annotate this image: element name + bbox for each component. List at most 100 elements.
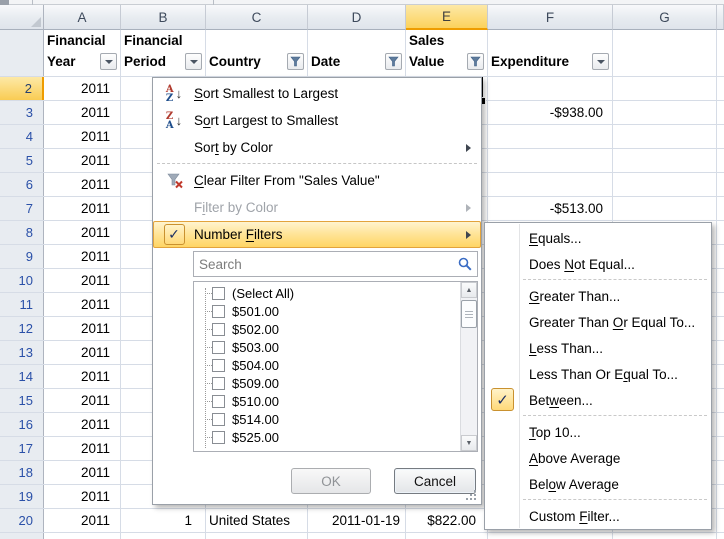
cell-country-c20[interactable]: United States bbox=[206, 509, 308, 533]
column-header-d[interactable]: D bbox=[308, 5, 406, 30]
resize-grip[interactable] bbox=[465, 489, 478, 502]
filter-dropdown-button-expenditure[interactable] bbox=[592, 53, 609, 70]
cell-financial-year[interactable]: 2011 bbox=[44, 197, 121, 220]
row-number[interactable]: 12 bbox=[0, 317, 44, 340]
submenu-item-custom-filter[interactable]: Custom Filter... bbox=[486, 503, 710, 529]
header-cell-financial-period[interactable]: Financial Period bbox=[121, 30, 206, 76]
ok-button[interactable]: OK bbox=[291, 468, 371, 494]
cell-expenditure-f3[interactable]: -$938.00 bbox=[488, 101, 613, 125]
submenu-item-greater-than-or-equal[interactable]: Greater Than Or Equal To... bbox=[486, 309, 710, 335]
filter-value-row[interactable]: $503.00 bbox=[194, 338, 460, 356]
column-header-f[interactable]: F bbox=[488, 5, 613, 30]
row-number[interactable]: 2 bbox=[0, 77, 44, 100]
checkbox[interactable] bbox=[212, 323, 225, 336]
row-number[interactable]: 10 bbox=[0, 269, 44, 292]
checkbox[interactable] bbox=[212, 413, 225, 426]
menu-item-filter-by-color[interactable]: Filter by Color bbox=[154, 194, 480, 221]
filter-funnel-button-sales-value[interactable] bbox=[467, 53, 484, 70]
column-header-b[interactable]: B bbox=[121, 5, 206, 30]
filter-dropdown-button-financial-period[interactable] bbox=[185, 53, 202, 70]
filter-value-row[interactable]: (Select All) bbox=[194, 284, 460, 302]
cell-period-b20[interactable]: 1 bbox=[121, 509, 206, 533]
filter-value-row[interactable]: $509.00 bbox=[194, 374, 460, 392]
cell-financial-year[interactable]: 2011 bbox=[44, 245, 121, 268]
checkbox[interactable] bbox=[212, 395, 225, 408]
submenu-item-top-10[interactable]: Top 10... bbox=[486, 419, 710, 445]
cell-date-d20[interactable]: 2011-01-19 bbox=[308, 509, 406, 533]
checkbox[interactable] bbox=[212, 341, 225, 354]
row-number[interactable]: 6 bbox=[0, 173, 44, 196]
checkbox[interactable] bbox=[212, 305, 225, 318]
filter-value-row[interactable]: $501.00 bbox=[194, 302, 460, 320]
row-number[interactable]: 4 bbox=[0, 125, 44, 148]
cell-financial-year[interactable]: 2011 bbox=[44, 149, 121, 172]
cancel-button[interactable]: Cancel bbox=[394, 468, 476, 494]
submenu-item-does-not-equal[interactable]: Does Not Equal... bbox=[486, 251, 710, 277]
row-number-1[interactable] bbox=[0, 30, 44, 76]
filter-funnel-button-country[interactable] bbox=[287, 53, 304, 70]
filter-dropdown-button-financial-year[interactable] bbox=[100, 53, 117, 70]
cell-financial-year[interactable]: 2011 bbox=[44, 317, 121, 340]
cell-financial-year[interactable]: 2011 bbox=[44, 221, 121, 244]
submenu-item-below-average[interactable]: Below Average bbox=[486, 471, 710, 497]
submenu-item-less-than[interactable]: Less Than... bbox=[486, 335, 710, 361]
checkbox[interactable] bbox=[212, 431, 225, 444]
cell-financial-year[interactable]: 2011 bbox=[44, 365, 121, 388]
column-header-e-active[interactable]: E bbox=[406, 5, 488, 30]
row-number[interactable]: 11 bbox=[0, 293, 44, 316]
filter-value-row[interactable]: $525.00 bbox=[194, 428, 460, 446]
row-number[interactable]: 17 bbox=[0, 437, 44, 460]
header-cell-date[interactable]: Date bbox=[308, 30, 406, 76]
filter-funnel-button-date[interactable] bbox=[385, 53, 402, 70]
row-number[interactable]: 5 bbox=[0, 149, 44, 172]
cell-financial-year[interactable]: 2011 bbox=[44, 437, 121, 460]
submenu-item-less-than-or-equal[interactable]: Less Than Or Equal To... bbox=[486, 361, 710, 387]
cell-financial-year[interactable]: 2011 bbox=[44, 125, 121, 148]
column-header-g[interactable]: G bbox=[613, 5, 717, 30]
cell-financial-year[interactable]: 2011 bbox=[44, 413, 121, 436]
row-number[interactable]: 3 bbox=[0, 101, 44, 124]
filter-value-row[interactable]: $514.00 bbox=[194, 410, 460, 428]
menu-item-sort-smallest-to-largest[interactable]: AZ↓ Sort Smallest to Largest bbox=[154, 80, 480, 107]
header-cell-sales-value[interactable]: Sales Value bbox=[406, 30, 488, 76]
select-all-corner[interactable] bbox=[0, 5, 44, 30]
cell-financial-year[interactable]: 2011 bbox=[44, 341, 121, 364]
submenu-item-equals[interactable]: Equals... bbox=[486, 225, 710, 251]
search-icon[interactable] bbox=[458, 257, 472, 271]
cell-financial-year[interactable]: 2011 bbox=[44, 173, 121, 196]
row-number[interactable]: 7 bbox=[0, 197, 44, 220]
row-number[interactable]: 16 bbox=[0, 413, 44, 436]
row-number[interactable]: 8 bbox=[0, 221, 44, 244]
checkbox[interactable] bbox=[212, 377, 225, 390]
menu-item-number-filters[interactable]: ✓ Number Filters bbox=[153, 221, 481, 248]
list-scrollbar[interactable]: ▲ ▼ bbox=[460, 282, 477, 451]
row-number[interactable]: 15 bbox=[0, 389, 44, 412]
cell-sales-e20[interactable]: $822.00 bbox=[406, 509, 488, 533]
cell-financial-year[interactable]: 2011 bbox=[44, 485, 121, 508]
row-number[interactable]: 20 bbox=[0, 509, 44, 532]
row-number[interactable]: 13 bbox=[0, 341, 44, 364]
row-number[interactable]: 19 bbox=[0, 485, 44, 508]
submenu-item-greater-than[interactable]: Greater Than... bbox=[486, 283, 710, 309]
cell-financial-year[interactable]: 2011 bbox=[44, 461, 121, 484]
cell-financial-year[interactable]: 2011 bbox=[44, 509, 121, 532]
submenu-item-above-average[interactable]: Above Average bbox=[486, 445, 710, 471]
header-cell-financial-year[interactable]: Financial Year bbox=[44, 30, 121, 76]
filter-value-row[interactable]: $502.00 bbox=[194, 320, 460, 338]
cell-financial-year[interactable]: 2011 bbox=[44, 389, 121, 412]
cell-financial-year[interactable]: 2011 bbox=[44, 269, 121, 292]
checkbox[interactable] bbox=[212, 287, 225, 300]
header-cell-expenditure[interactable]: Expenditure bbox=[488, 30, 613, 76]
scrollbar-thumb[interactable] bbox=[461, 300, 477, 328]
menu-item-clear-filter[interactable]: Clear Filter From "Sales Value" bbox=[154, 167, 480, 194]
row-number[interactable]: 9 bbox=[0, 245, 44, 268]
scroll-down-button[interactable]: ▼ bbox=[461, 435, 477, 451]
column-header-a[interactable]: A bbox=[44, 5, 121, 30]
filter-value-row[interactable]: $504.00 bbox=[194, 356, 460, 374]
cell-expenditure-f7[interactable]: -$513.00 bbox=[488, 197, 613, 221]
scroll-up-button[interactable]: ▲ bbox=[461, 282, 477, 298]
cell-financial-year[interactable]: 2011 bbox=[44, 293, 121, 316]
filter-value-row[interactable]: $510.00 bbox=[194, 392, 460, 410]
menu-item-sort-largest-to-smallest[interactable]: ZA↓ Sort Largest to Smallest bbox=[154, 107, 480, 134]
checkbox[interactable] bbox=[212, 359, 225, 372]
